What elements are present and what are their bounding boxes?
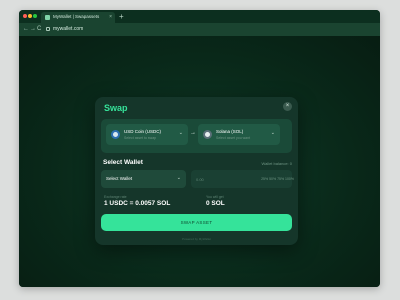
wallet-balance-hint: Wallet balance: 0	[261, 161, 292, 166]
to-token-select[interactable]: Solana (SOL) Select asset you want ⌄	[198, 124, 280, 145]
footer-note: Powered by MyWallet	[182, 237, 211, 241]
exchange-rate-value: 1 USDC = 0.0057 SOL	[104, 200, 171, 207]
lock-icon	[46, 27, 50, 31]
new-tab-button[interactable]: +	[119, 11, 124, 22]
back-arrow-icon[interactable]: ←	[23, 25, 29, 34]
swap-pair-panel: USD Coin (USDC) Select asset to swap ⌄ →…	[101, 119, 292, 153]
tab-title: MyWallet | Swapassets	[53, 14, 100, 19]
maximize-window-button[interactable]	[33, 14, 37, 18]
swap-modal: Swap × USD Coin (USDC) Select asset to s…	[95, 97, 298, 245]
from-token-name: USD Coin (USDC)	[124, 129, 162, 134]
browser-tab[interactable]: MyWallet | Swapassets ×	[41, 12, 115, 23]
reload-icon[interactable]: C	[37, 25, 41, 34]
modal-title: Swap	[104, 103, 128, 113]
close-icon[interactable]: ×	[283, 102, 292, 111]
browser-window: MyWallet | Swapassets × + ← → C mywallet…	[19, 10, 380, 287]
minimize-window-button[interactable]	[28, 14, 32, 18]
from-token-select[interactable]: USD Coin (USDC) Select asset to swap ⌄	[106, 124, 188, 145]
tab-close-icon[interactable]: ×	[109, 14, 112, 20]
usdc-coin-icon	[111, 130, 120, 139]
to-token-name: Solana (SOL)	[216, 129, 244, 134]
chevron-down-icon: ⌄	[178, 130, 183, 136]
percent-chips[interactable]: 25% 50% 75% 100%	[261, 177, 294, 181]
to-token-hint: Select asset you want	[216, 136, 251, 140]
close-window-button[interactable]	[23, 14, 27, 18]
exchange-rate-label: Exchange rate	[104, 195, 127, 199]
solana-coin-icon	[203, 130, 212, 139]
wallet-dropdown[interactable]: Select Wallet ⌄	[101, 170, 186, 188]
select-wallet-heading: Select Wallet	[103, 159, 143, 166]
receive-amount-value: 0 SOL	[206, 200, 225, 207]
address-bar: ← → C mywallet.com	[19, 23, 380, 36]
url-field[interactable]: mywallet.com	[53, 26, 83, 32]
chevron-down-icon: ⌄	[270, 130, 275, 136]
swap-asset-button[interactable]: SWAP ASSET	[101, 214, 292, 231]
page-viewport: Swap × USD Coin (USDC) Select asset to s…	[19, 36, 380, 287]
from-token-hint: Select asset to swap	[124, 136, 157, 140]
tab-bar: MyWallet | Swapassets × +	[19, 10, 380, 23]
favicon-icon	[45, 15, 50, 20]
forward-arrow-icon[interactable]: →	[30, 25, 36, 34]
chevron-down-icon: ⌄	[176, 175, 181, 181]
receive-amount-label: You will get	[206, 195, 224, 199]
swap-direction-icon[interactable]: →	[190, 130, 196, 136]
wallet-dropdown-label: Select Wallet	[106, 176, 133, 181]
